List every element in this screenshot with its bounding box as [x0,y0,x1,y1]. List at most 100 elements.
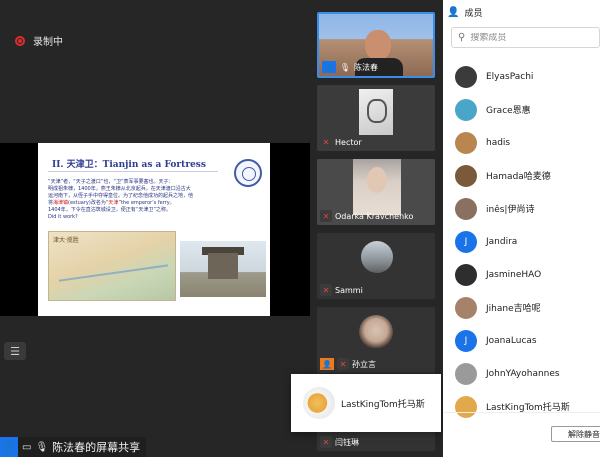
slide-title: II. 天津卫：Tianjin as a Fortress [52,160,206,170]
list-view-button[interactable]: ☰ [4,342,26,360]
member-item[interactable]: Hamada哈麦德 [455,159,600,192]
record-icon [15,35,25,46]
screen-share-icon: ▭ [22,441,32,453]
mic-muted-icon: ✕ [320,284,332,296]
map-caption: 津大·揽胜 [53,237,79,244]
participant-video [353,159,401,215]
slide-body-line: 将海津镇(estuary)改名为“天津”the emperor’s ferry。 [48,200,234,207]
video-tile[interactable]: ✕ Hector [317,85,435,151]
member-item[interactable]: hadis [455,126,600,159]
member-item[interactable]: JohnYAyohannes [455,357,600,390]
avatar [455,131,477,154]
members-panel: 👤 成员 ⚲ ElyasPachi Grace恩惠 hadis Hamada哈麦德 in… [443,0,600,457]
tile-nameplate: ✕ Hector [320,136,362,148]
user-icon: 👤 [322,61,336,73]
avatar [455,98,477,121]
participant-video [359,89,393,135]
avatar [455,362,477,385]
tile-nameplate: ✕ Odarka Kravchenko [320,210,413,222]
share-status-bar: 👤 ▭ 🎙 陈法春的屏幕共享 [0,437,147,457]
slide-divider [48,171,218,172]
notification-name: LastKingTom托马斯 [341,399,425,410]
slide-highlight: 海津镇 [53,200,69,206]
member-item[interactable]: Jihane吉哈呢 [455,291,600,324]
slide-fortress-photo [180,241,266,297]
avatar: J [455,230,477,253]
member-item[interactable]: LastKingTom托马斯 [455,390,600,423]
slide-map-image: 津大·揽胜 [48,231,176,301]
tile-name: 陈法春 [354,62,378,72]
slide-body-line: 运河南下，从侄子手中夺得皇位。为了纪念他成功的起兵之地，他 [48,193,194,199]
member-name: ElyasPachi [486,71,534,82]
tile-name: 闫钰琳 [335,437,359,447]
avatar [455,296,477,319]
university-logo-icon [234,159,262,187]
avatar [455,263,477,286]
person-icon: 👤 [447,7,460,18]
member-item[interactable]: ElyasPachi [455,60,600,93]
tile-nameplate: ✕ Sammi [320,284,363,296]
recording-indicator[interactable]: 录制中 [15,33,63,48]
tile-name: Hector [335,137,362,147]
member-name: JasmineHAO [486,269,542,280]
member-item[interactable]: inês|伊尚诗 [455,192,600,225]
microphone-icon: 🎙 [35,441,49,453]
participant-avatar [359,315,393,349]
mic-muted-icon: ✕ [320,436,332,448]
search-input[interactable] [470,32,581,43]
screen-share-area: 录制中 II. 天津卫：Tianjin as a Fortress “天津”者，… [0,0,310,457]
panel-title: 成员 [464,9,483,19]
share-owner-label: 陈法春的屏幕共享 [52,441,141,454]
slide-body: “天津”者，“天子之渡口”也，“卫”表军事要塞也。天子： 明成祖朱棣，1400年… [48,179,234,221]
join-notification[interactable]: LastKingTom托马斯 [291,374,441,432]
avatar [455,395,477,418]
slide-body-line: “天津”者，“天子之渡口”也，“卫”表军事要塞也。天子： [48,179,174,185]
member-list: ElyasPachi Grace恩惠 hadis Hamada哈麦德 inês|伊尚诗 J… [455,60,600,423]
tile-nameplate: ✕ 闫钰琳 [320,436,359,448]
member-name: hadis [486,137,511,148]
slide-text-run: ”the emperor’s ferry。 [118,200,175,206]
panel-header: 👤 成员 [447,6,482,19]
tile-name: Sammi [335,285,363,295]
mic-muted-icon: ✕ [320,210,332,222]
member-item[interactable]: J Jandira [455,225,600,258]
member-item[interactable]: J JoanaLucas [455,324,600,357]
member-item[interactable]: Grace恩惠 [455,93,600,126]
video-tile[interactable]: ✕ Sammi [317,233,435,299]
unmute-button-clip: 解除静音 [551,426,600,442]
unmute-all-button[interactable]: 解除静音 [551,426,600,442]
mic-muted-icon: ✕ [320,136,332,148]
member-name: Jandira [486,236,518,247]
tile-nameplate: 👤 🎙 陈法春 [322,61,378,73]
map-river [58,264,170,290]
search-icon: ⚲ [458,32,466,43]
mic-muted-icon: ✕ [337,358,349,370]
slide-body-line: Did it work? [48,214,78,220]
member-name: Hamada哈麦德 [486,172,551,182]
member-name: Jihane吉哈呢 [486,304,541,314]
member-item[interactable]: JasmineHAO [455,258,600,291]
member-name: JohnYAyohannes [486,368,560,379]
avatar [455,164,477,187]
shared-slide: II. 天津卫：Tianjin as a Fortress “天津”者，“天子之… [38,143,270,316]
slide-body-line: 1404年，下令在直沽筑城设卫，便正有“天津卫”之称。 [48,207,171,213]
recording-label: 录制中 [33,37,63,48]
photo-tower [208,253,238,279]
user-icon: 👤 [0,437,18,457]
panel-divider [443,412,600,413]
tile-name: 孙立言 [352,359,376,369]
participant-avatar [361,241,393,273]
slide-highlight: 天津 [108,200,119,206]
avatar [455,65,477,88]
slide-body-line: 明成祖朱棣，1400年，燕王朱棣从北京起兵，在天津渡口沿古大 [48,186,191,192]
slide-text-run: (estuary)改名为“ [68,200,109,206]
search-box[interactable]: ⚲ [451,27,600,48]
meeting-window: 录制中 II. 天津卫：Tianjin as a Fortress “天津”者，… [0,0,600,457]
member-name: JoanaLucas [486,335,537,346]
participant-face [365,30,391,60]
video-tile[interactable]: ✕ Odarka Kravchenko [317,159,435,225]
member-name: Grace恩惠 [486,106,531,116]
microphone-icon: 🎙 [339,62,351,72]
video-tile[interactable]: 👤 ✕ 孙立言 [317,307,435,373]
video-tile[interactable]: 👤 🎙 陈法春 [317,12,435,78]
